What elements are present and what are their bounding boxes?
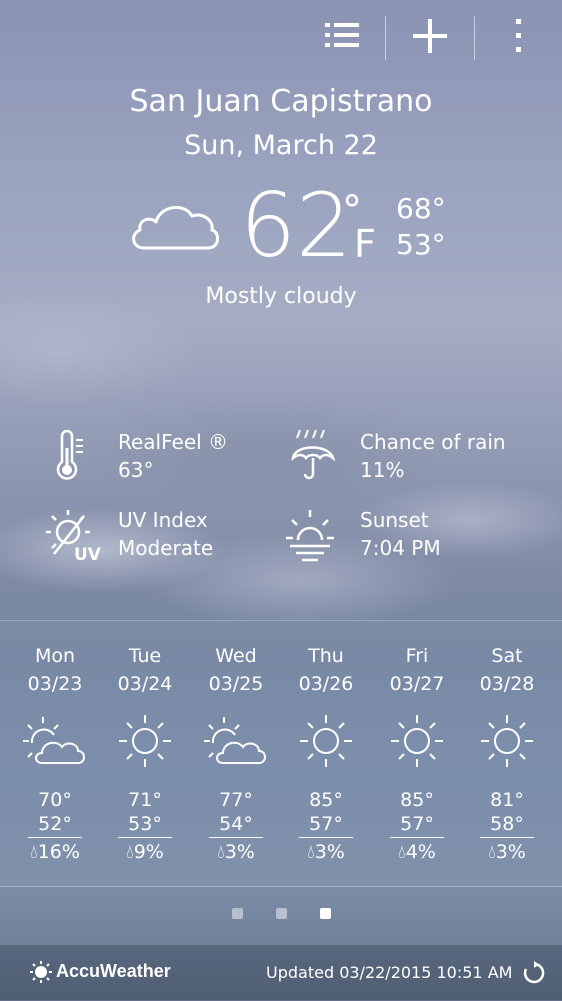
forecast-date: 03/28 [479, 673, 535, 695]
raindrop-icon: 💧︎ [398, 841, 406, 863]
sun-icon [300, 715, 352, 767]
forecast-day-name: Sat [491, 645, 523, 667]
umbrella-rain-icon [291, 429, 336, 480]
raindrop-icon: 💧︎ [488, 841, 496, 863]
realfeel-label: RealFeel ® [118, 430, 229, 454]
accuweather-sun-icon [30, 961, 52, 983]
uv-icon: UV [46, 510, 102, 564]
forecast-low: 57° [309, 813, 343, 835]
realfeel-value: 63° [118, 458, 154, 482]
rain-chance-value: 11% [360, 458, 405, 482]
city-name: San Juan Capistrano [129, 84, 433, 119]
forecast-day-name: Fri [405, 645, 429, 667]
forecast-date: 03/23 [27, 673, 83, 695]
thermometer-icon [56, 430, 83, 480]
divider [474, 16, 475, 60]
forecast-high: 85° [309, 789, 343, 811]
forecast-high: 70° [38, 789, 72, 811]
forecast-rain-value: 3% [224, 841, 255, 863]
uv-badge: UV [74, 545, 102, 564]
forecast-date: 03/24 [117, 673, 173, 695]
cloud-icon [132, 206, 219, 250]
divider [480, 837, 534, 838]
page-dot[interactable] [232, 908, 243, 919]
low-temperature: 53° [396, 228, 446, 261]
raindrop-icon: 💧︎ [307, 841, 315, 863]
raindrop-icon: 💧︎ [126, 841, 134, 863]
forecast-high: 77° [219, 789, 253, 811]
forecast-date: 03/27 [389, 673, 445, 695]
forecast-rain-value: 3% [495, 841, 526, 863]
forecast-rain-value: 9% [133, 841, 164, 863]
footer-bar: AccuWeather Updated 03/22/2015 10:51 AM [0, 944, 562, 1001]
divider [118, 837, 172, 838]
current-date: Sun, March 22 [184, 130, 378, 161]
forecast-day-name: Mon [34, 645, 76, 667]
forecast-rain: 💧︎9% [100, 841, 190, 863]
add-location-button[interactable] [404, 14, 456, 58]
current-temperature: 62 [240, 174, 352, 277]
forecast-day-name: Thu [308, 645, 344, 667]
uv-index-value: Moderate [118, 536, 214, 560]
sunset-value: 7:04 PM [360, 536, 441, 560]
raindrop-icon: 💧︎ [217, 841, 225, 863]
forecast-low: 54° [219, 813, 253, 835]
page-indicator [0, 908, 562, 922]
sun-icon [119, 715, 171, 767]
divider [299, 837, 353, 838]
sunset-label: Sunset [360, 508, 429, 532]
forecast-rain: 💧︎3% [281, 841, 371, 863]
page-dot[interactable] [276, 908, 287, 919]
daily-forecast: Mon 03/23 70° 52° 💧︎16% Tue 03/24 71° 53… [0, 620, 562, 887]
forecast-date: 03/25 [208, 673, 264, 695]
high-temperature: 68° [396, 192, 446, 225]
uv-index-label: UV Index [118, 508, 208, 532]
divider [209, 837, 263, 838]
partly-cloudy-icon [23, 717, 85, 764]
last-updated: Updated 03/22/2015 10:51 AM [266, 963, 513, 982]
condition-text: Mostly cloudy [205, 284, 357, 309]
rain-chance-label: Chance of rain [360, 430, 506, 454]
forecast-low: 57° [400, 813, 434, 835]
forecast-high: 81° [490, 789, 524, 811]
forecast-low: 58° [490, 813, 524, 835]
divider [28, 837, 82, 838]
partly-cloudy-icon [204, 717, 266, 764]
forecast-rain: 💧︎4% [372, 841, 462, 863]
sun-icon [391, 715, 443, 767]
forecast-rain-value: 16% [37, 841, 80, 863]
divider [390, 837, 444, 838]
list-button[interactable] [318, 14, 366, 58]
plus-icon [413, 19, 447, 53]
forecast-day-name: Tue [128, 645, 162, 667]
forecast-rain: 💧︎3% [462, 841, 552, 863]
page-dot[interactable] [320, 908, 331, 919]
forecast-low: 52° [38, 813, 72, 835]
sun-icon [481, 715, 533, 767]
temperature-unit: F [354, 222, 376, 266]
sunset-icon [286, 510, 334, 562]
more-options-button[interactable] [500, 14, 536, 58]
forecast-rain: 💧︎16% [10, 841, 100, 863]
refresh-button[interactable] [522, 961, 546, 985]
forecast-rain-value: 4% [405, 841, 436, 863]
raindrop-icon: 💧︎ [30, 841, 38, 863]
forecast-date: 03/26 [298, 673, 354, 695]
accuweather-logo[interactable]: AccuWeather [56, 961, 171, 982]
list-icon [325, 23, 359, 47]
forecast-day-name: Wed [215, 645, 257, 667]
forecast-high: 85° [400, 789, 434, 811]
divider [385, 16, 386, 60]
forecast-low: 53° [128, 813, 162, 835]
forecast-high: 71° [128, 789, 162, 811]
forecast-rain: 💧︎3% [191, 841, 281, 863]
more-vert-icon [516, 19, 521, 52]
forecast-rain-value: 3% [314, 841, 345, 863]
